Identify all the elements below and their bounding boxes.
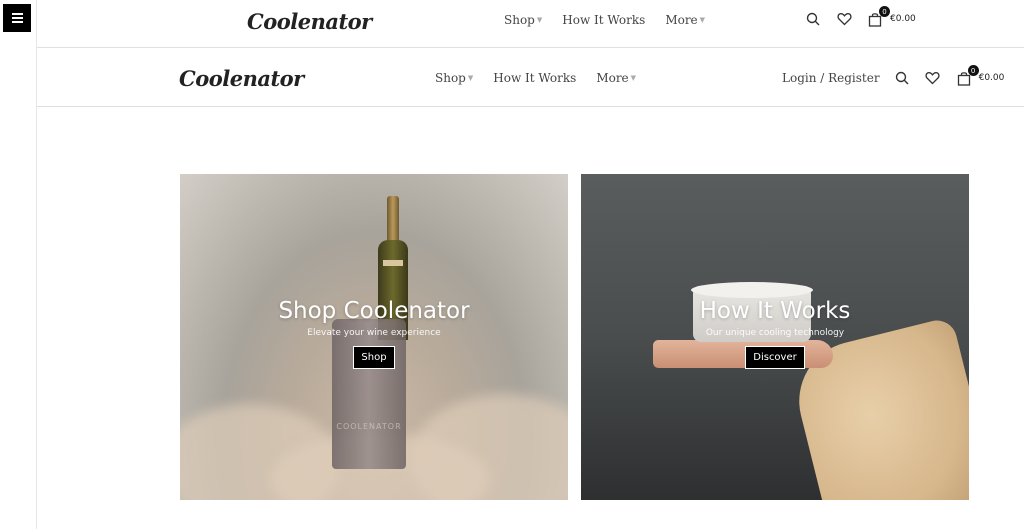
search-icon[interactable] <box>804 10 822 28</box>
chevron-down-icon: ▼ <box>630 74 637 82</box>
shop-button[interactable]: Shop <box>353 346 395 369</box>
promo-subtitle: Our unique cooling technology <box>705 328 845 338</box>
promo-subtitle: Elevate your wine experience <box>307 328 441 338</box>
promo-content: Shop Coolenator Elevate your wine experi… <box>180 298 568 369</box>
login-register-link[interactable]: Login / Register <box>782 71 880 85</box>
site-logo[interactable]: Coolenator <box>179 66 304 91</box>
promo-title: Shop Coolenator <box>278 298 470 324</box>
nav-item-shop[interactable]: Shop ▼ <box>435 71 473 85</box>
main-nav: Shop ▼ How It Works More ▼ <box>435 71 636 85</box>
heart-icon[interactable] <box>924 69 942 87</box>
sticky-header: Coolenator Shop ▼ How It Works More ▼ 0 €0… <box>37 0 1024 48</box>
hamburger-icon <box>11 13 23 15</box>
cart-button[interactable]: 0 €0.00 <box>955 65 1005 87</box>
nav-item-how-it-works[interactable]: How It Works <box>562 13 645 27</box>
header-actions: 0 €0.00 <box>804 6 916 28</box>
cart-total: €0.00 <box>978 73 1005 83</box>
chevron-down-icon: ▼ <box>467 74 474 82</box>
product-mark: COOLENATOR <box>336 422 402 431</box>
chevron-down-icon: ▼ <box>699 16 706 24</box>
cart-total: €0.00 <box>890 14 916 24</box>
header-actions: Login / Register 0 €0.00 <box>782 65 1005 87</box>
main-header: Coolenator Shop ▼ How It Works More ▼ Logi… <box>37 49 1024 107</box>
promo-content: How It Works Our unique cooling technolo… <box>581 298 969 369</box>
promo-tile-shop[interactable]: COOLENATOR Shop Coolenator Elevate your … <box>180 174 568 500</box>
hamburger-menu-button[interactable] <box>3 4 31 32</box>
nav-item-more[interactable]: More ▼ <box>665 13 705 27</box>
discover-button[interactable]: Discover <box>745 346 805 369</box>
cart-button[interactable]: 0 €0.00 <box>866 6 916 28</box>
cart-count-badge: 0 <box>879 6 890 17</box>
nav-item-more[interactable]: More ▼ <box>596 71 636 85</box>
nav-item-how-it-works[interactable]: How It Works <box>493 71 576 85</box>
search-icon[interactable] <box>893 69 911 87</box>
promo-tile-how-it-works[interactable]: How It Works Our unique cooling technolo… <box>581 174 969 500</box>
site-logo[interactable]: Coolenator <box>247 9 372 34</box>
left-rail <box>0 0 37 529</box>
chevron-down-icon: ▼ <box>536 16 543 24</box>
bag-icon: 0 <box>866 6 890 28</box>
cart-count-badge: 0 <box>967 65 979 76</box>
heart-icon[interactable] <box>835 10 853 28</box>
main-nav: Shop ▼ How It Works More ▼ <box>504 13 705 27</box>
nav-item-shop[interactable]: Shop ▼ <box>504 13 542 27</box>
bag-icon: 0 <box>955 65 979 87</box>
promo-title: How It Works <box>699 298 851 324</box>
